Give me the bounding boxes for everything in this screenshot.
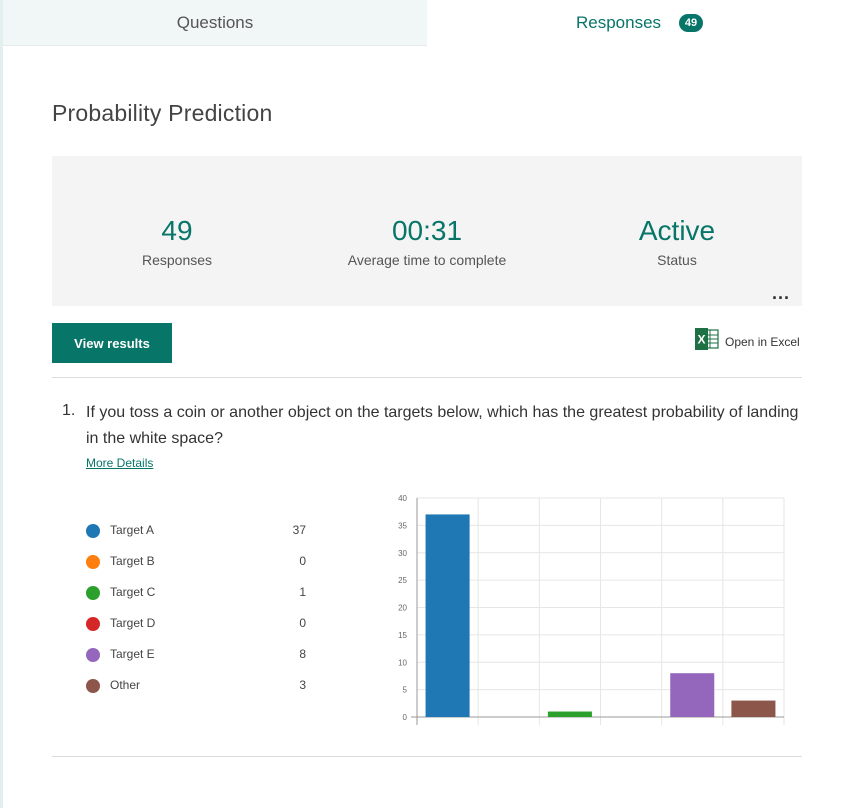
- question-number: 1.: [62, 402, 76, 419]
- legend: Target A 37 Target B 0 Target C 1 Target D 0 Tar…: [86, 518, 316, 704]
- more-details-link[interactable]: More Details: [86, 456, 153, 470]
- legend-dot-icon: [86, 617, 100, 631]
- tab-responses[interactable]: Responses 49: [427, 0, 852, 45]
- legend-count: 8: [299, 647, 306, 661]
- legend-row: Target C 1: [86, 580, 316, 611]
- average-time-value: 00:31: [391, 215, 463, 246]
- legend-row: Other 3: [86, 673, 316, 704]
- legend-count: 0: [299, 554, 306, 568]
- legend-label: Target D: [110, 616, 156, 630]
- legend-dot-icon: [86, 648, 100, 662]
- stat-status: Active Status: [602, 214, 752, 268]
- responses-label: Responses: [141, 252, 213, 268]
- y-tick-label: 15: [398, 631, 407, 640]
- legend-label: Other: [110, 678, 141, 692]
- legend-label: Target C: [110, 585, 156, 599]
- legend-label: Target B: [110, 554, 155, 568]
- open-in-excel-link[interactable]: X Open in Excel: [695, 328, 800, 355]
- legend-label: Target A: [110, 523, 155, 537]
- y-tick-label: 40: [398, 494, 407, 503]
- legend-dot-icon: [86, 679, 100, 693]
- left-border: [0, 0, 3, 808]
- stat-responses: 49 Responses: [102, 214, 252, 268]
- excel-icon: X: [695, 328, 719, 355]
- legend-row: Target E 8: [86, 642, 316, 673]
- bar-target-c[interactable]: [547, 711, 592, 717]
- more-options-icon[interactable]: ...: [772, 284, 790, 302]
- responses-count-badge: 49: [679, 13, 704, 32]
- tab-responses-label: Responses: [575, 12, 662, 32]
- tab-questions[interactable]: Questions: [3, 0, 427, 46]
- tab-questions-label: Questions: [176, 12, 254, 32]
- question-text: If you toss a coin or another object on …: [86, 404, 799, 447]
- responses-count: 49: [161, 215, 193, 246]
- stat-average-time: 00:31 Average time to complete: [312, 214, 542, 268]
- bar-chart: 0 5 10 15 20 25 30 35 40: [398, 494, 785, 725]
- legend-row: Target A 37: [86, 518, 316, 549]
- svg-text:X: X: [697, 333, 705, 347]
- legend-count: 1: [299, 585, 306, 599]
- y-tick-label: 25: [398, 576, 407, 585]
- y-tick-label: 5: [403, 686, 408, 695]
- divider-bottom: [52, 756, 802, 757]
- summary-panel: 49 Responses 00:31 Average time to compl…: [52, 156, 802, 306]
- legend-label: Target E: [110, 647, 155, 661]
- y-tick-label: 35: [398, 521, 407, 530]
- legend-row: Target B 0: [86, 549, 316, 580]
- bar-other[interactable]: [731, 700, 776, 717]
- y-tick-label: 20: [398, 604, 407, 613]
- view-results-button[interactable]: View results: [52, 323, 172, 363]
- legend-dot-icon: [86, 586, 100, 600]
- legend-count: 0: [299, 616, 306, 630]
- divider-top: [52, 377, 802, 378]
- open-in-excel-label: Open in Excel: [725, 334, 800, 349]
- legend-dot-icon: [86, 555, 100, 569]
- legend-dot-icon: [86, 524, 100, 538]
- legend-count: 37: [292, 523, 306, 537]
- status-value: Active: [638, 215, 716, 246]
- legend-row: Target D 0: [86, 611, 316, 642]
- bar-target-a[interactable]: [425, 514, 470, 717]
- bar-target-e[interactable]: [670, 673, 715, 717]
- y-tick-label: 10: [398, 658, 407, 667]
- legend-count: 3: [299, 678, 306, 692]
- form-title: Probability Prediction: [52, 100, 273, 126]
- average-time-label: Average time to complete: [347, 252, 507, 268]
- y-tick-label: 30: [398, 549, 407, 558]
- tab-bar: Questions Responses 49: [0, 0, 852, 46]
- y-tick-label: 0: [403, 713, 408, 722]
- status-label: Status: [657, 252, 697, 268]
